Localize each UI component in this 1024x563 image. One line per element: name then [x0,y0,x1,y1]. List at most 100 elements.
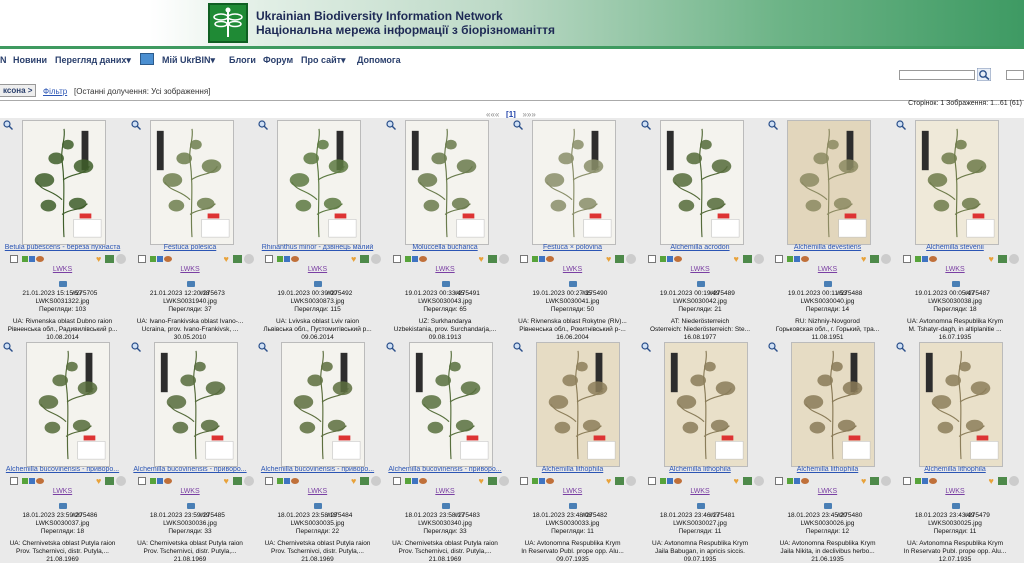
map-icon[interactable] [742,255,752,263]
info-icon[interactable] [29,478,35,484]
select-checkbox[interactable] [647,255,656,263]
specimen-thumbnail[interactable] [914,120,999,245]
rating-icon[interactable] [753,254,764,264]
bug-icon[interactable] [673,256,682,262]
zoom-icon[interactable] [130,120,141,130]
heart-icon[interactable]: ♥ [861,476,866,486]
select-checkbox[interactable] [137,477,146,485]
species-name-link[interactable]: Alchemilla bucovinensis - приворо... [128,466,253,473]
specimen-thumbnail[interactable] [22,120,106,245]
rating-icon[interactable] [881,254,891,264]
specimen-thumbnail[interactable] [791,342,875,467]
species-name-link[interactable]: Alchemilla acrodon [638,244,763,251]
info-icon[interactable] [921,256,928,262]
info-icon[interactable] [794,478,800,484]
select-checkbox[interactable] [10,477,18,485]
map-icon[interactable] [870,255,879,263]
rating-icon[interactable] [626,476,636,486]
heart-icon[interactable]: ♥ [606,254,611,264]
species-name-link[interactable]: Moluccella bucharica [383,244,508,251]
info-icon[interactable] [411,478,418,484]
heart-icon[interactable]: ♥ [479,476,484,486]
menu-item-my-ukrbin[interactable]: Мій UkrBIN▾ [162,55,215,66]
menu-item-blogs[interactable]: Блоги [229,55,256,65]
rating-icon[interactable] [1008,476,1019,486]
info-icon[interactable] [284,256,290,262]
zoom-icon[interactable] [385,342,396,352]
specimen-thumbnail[interactable] [153,342,238,467]
bug-icon[interactable] [36,478,44,484]
map-icon[interactable] [360,255,369,263]
zoom-icon[interactable] [3,120,13,130]
institution-link[interactable]: LWKS [765,488,890,495]
heart-icon[interactable]: ♥ [96,254,101,264]
heart-icon[interactable]: ♥ [989,254,994,264]
dragonfly-logo[interactable] [208,3,248,43]
rating-icon[interactable] [371,254,381,264]
specimen-thumbnail[interactable] [532,120,616,245]
heart-icon[interactable]: ♥ [224,476,229,486]
zoom-icon[interactable] [258,120,268,130]
institution-link[interactable]: LWKS [383,266,508,273]
species-name-link[interactable]: Rhinanthus minor - дзвінець малий [255,244,380,251]
zoom-icon[interactable] [513,342,523,352]
bug-icon[interactable] [928,256,937,262]
map-icon[interactable] [232,255,242,263]
zoom-icon[interactable] [513,120,523,130]
bug-icon[interactable] [546,478,554,484]
select-checkbox[interactable] [520,255,528,263]
species-name-link[interactable]: Alchemilla lithophila [765,466,890,473]
zoom-icon[interactable] [895,342,906,352]
species-name-link[interactable]: Alchemilla devestiens [765,244,890,251]
menu-item-forum[interactable]: Форум [263,55,293,65]
institution-link[interactable]: LWKS [893,266,1018,273]
bug-icon[interactable] [36,256,44,262]
institution-link[interactable]: LWKS [383,488,508,495]
bug-icon[interactable] [418,256,427,262]
institution-link[interactable]: LWKS [638,266,763,273]
heart-icon[interactable]: ♥ [734,254,739,264]
info-icon[interactable] [539,256,545,262]
specimen-thumbnail[interactable] [404,120,489,245]
institution-link[interactable]: LWKS [255,488,380,495]
species-name-link[interactable]: Festuca × polovina [510,244,635,251]
species-name-link[interactable]: Festuca polesica [128,244,253,251]
search-icon[interactable] [977,68,991,81]
map-icon[interactable] [105,255,114,263]
rating-icon[interactable] [243,254,254,264]
specimen-thumbnail[interactable] [536,342,620,467]
select-checkbox[interactable] [137,255,146,263]
zoom-icon[interactable] [3,342,13,352]
info-icon[interactable] [284,478,290,484]
specimen-thumbnail[interactable] [149,120,234,245]
info-icon[interactable] [539,478,545,484]
select-checkbox[interactable] [392,477,401,485]
zoom-icon[interactable] [895,120,906,130]
rating-icon[interactable] [116,476,126,486]
species-name-link[interactable]: Alchemilla bucovinensis - приворо... [383,466,508,473]
specimen-thumbnail[interactable] [918,342,1003,467]
zoom-icon[interactable] [640,342,651,352]
map-icon[interactable] [870,477,879,485]
menu-item-about[interactable]: Про сайт▾ [301,55,346,66]
map-icon[interactable] [615,477,624,485]
institution-link[interactable]: LWKS [255,266,380,273]
rating-icon[interactable] [243,476,254,486]
heart-icon[interactable]: ♥ [989,476,994,486]
bug-icon[interactable] [673,478,682,484]
select-checkbox[interactable] [265,255,273,263]
tab-taxon[interactable]: ксона > [0,84,37,97]
institution-link[interactable]: LWKS [0,266,125,273]
institution-link[interactable]: LWKS [128,488,253,495]
menu-item-help[interactable]: Допомога [357,55,401,65]
heart-icon[interactable]: ♥ [606,476,611,486]
zoom-icon[interactable] [640,120,651,130]
species-name-link[interactable]: Alchemilla lithophila [510,466,635,473]
map-icon[interactable] [105,477,114,485]
bug-icon[interactable] [801,478,809,484]
rating-icon[interactable] [626,254,636,264]
heart-icon[interactable]: ♥ [224,254,229,264]
info-icon[interactable] [156,256,163,262]
heart-icon[interactable]: ♥ [351,254,356,264]
bug-icon[interactable] [163,478,172,484]
